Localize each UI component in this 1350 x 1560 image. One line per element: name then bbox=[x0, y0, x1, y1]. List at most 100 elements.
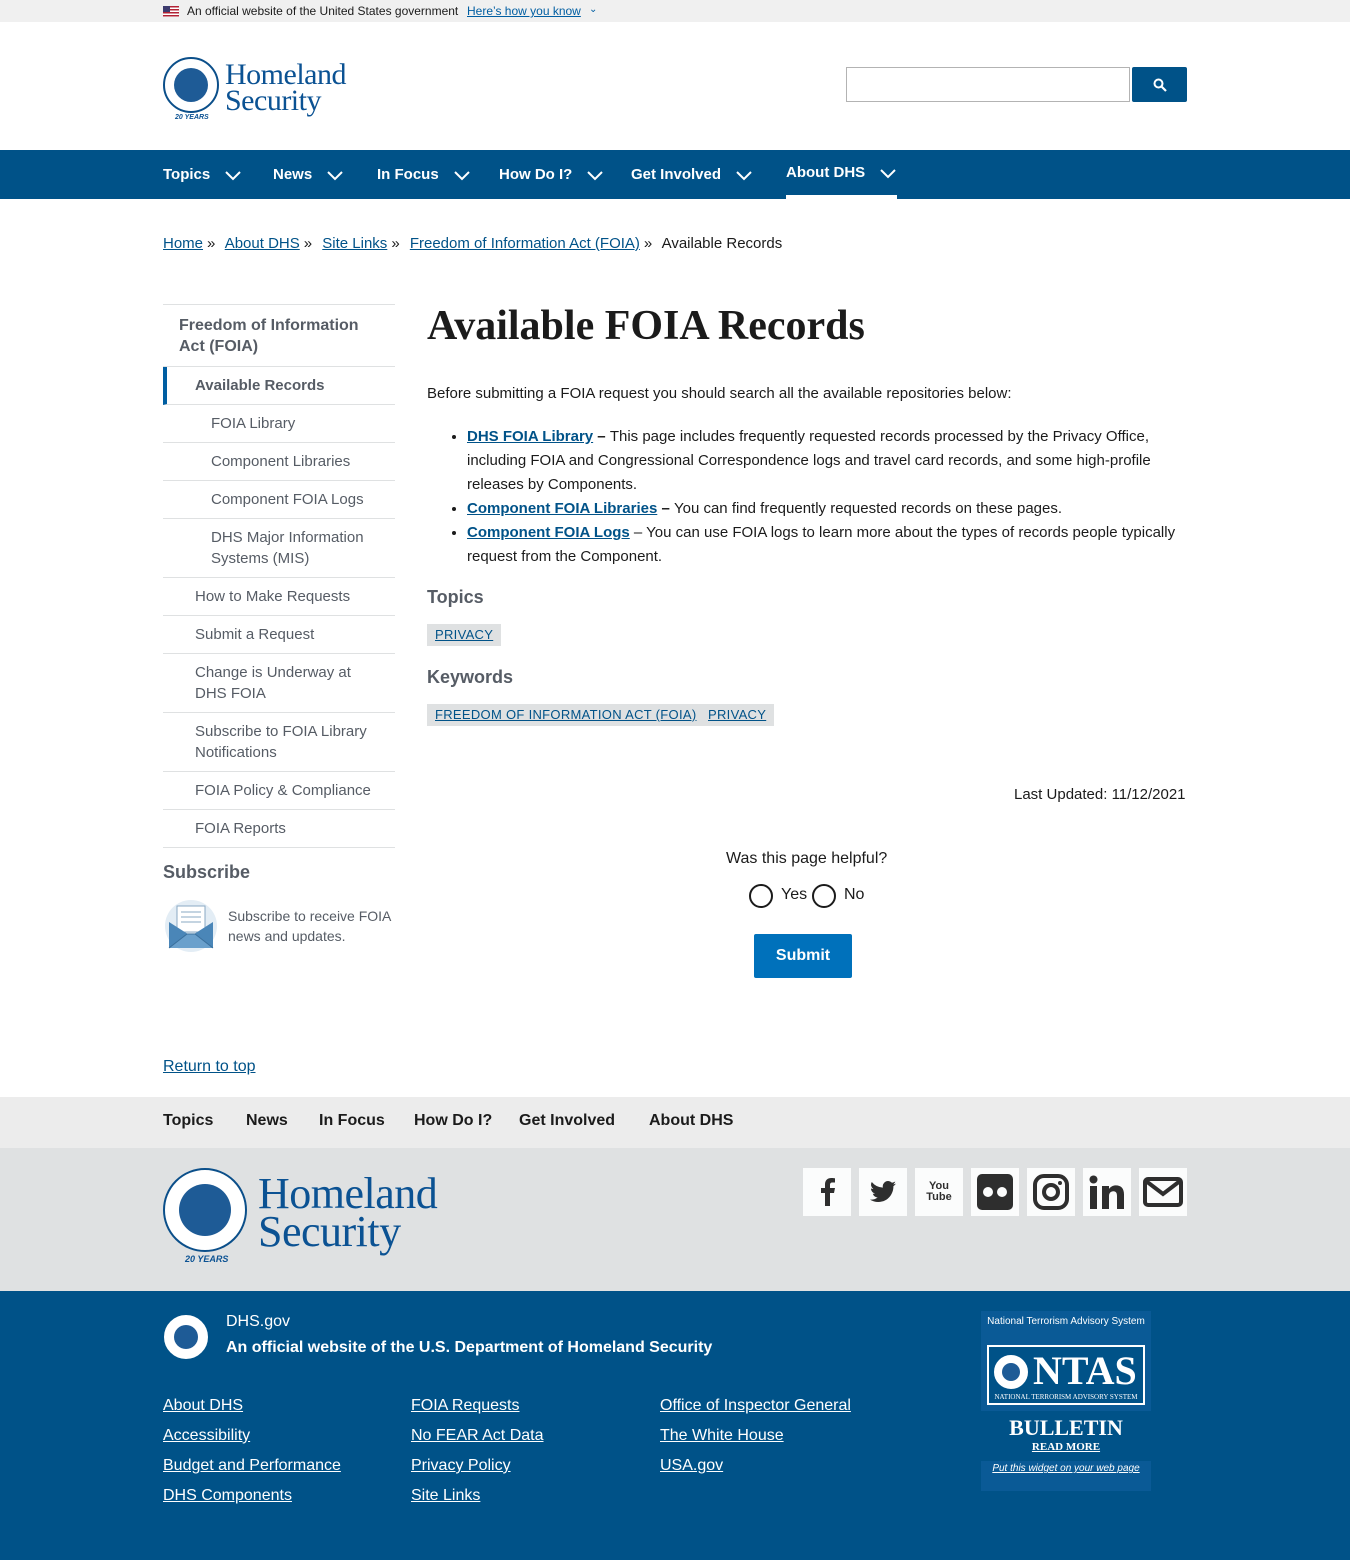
chevron-down-icon bbox=[880, 168, 896, 178]
list-item: DHS FOIA Library – This page includes fr… bbox=[467, 425, 1187, 497]
repository-list: DHS FOIA Library – This page includes fr… bbox=[467, 425, 1187, 569]
footer-nav-in-focus[interactable]: In Focus bbox=[319, 1112, 385, 1130]
sidenav-item-how-to-make-requests[interactable]: How to Make Requests bbox=[163, 578, 395, 616]
dhs-seal-icon bbox=[163, 1168, 247, 1252]
footer-nav-about-dhs[interactable]: About DHS bbox=[649, 1112, 733, 1130]
ntas-widget-link[interactable]: Put this widget on your web page bbox=[981, 1463, 1151, 1474]
envelope-icon[interactable] bbox=[163, 898, 219, 952]
footer-link-accessibility[interactable]: Accessibility bbox=[163, 1427, 250, 1445]
nav-label: About DHS bbox=[786, 164, 866, 181]
ntas-logo-sub: NATIONAL TERRORISM ADVISORY SYSTEM bbox=[994, 1393, 1138, 1401]
footer-nav: Topics News In Focus How Do I? Get Invol… bbox=[0, 1097, 1350, 1148]
nav-about-dhs[interactable]: About DHS bbox=[786, 150, 898, 199]
footer-link-white-house[interactable]: The White House bbox=[660, 1427, 784, 1445]
nav-in-focus[interactable]: In Focus bbox=[377, 150, 471, 199]
footer-nav-how-do-i[interactable]: How Do I? bbox=[414, 1112, 492, 1130]
sidenav-item-foia-reports[interactable]: FOIA Reports bbox=[163, 810, 395, 848]
sidenav-item-available-records[interactable]: Available Records bbox=[163, 367, 395, 405]
footer-link-no-fear[interactable]: No FEAR Act Data bbox=[411, 1427, 544, 1445]
linkedin-icon[interactable] bbox=[1083, 1168, 1131, 1216]
footer-link-foia-requests[interactable]: FOIA Requests bbox=[411, 1397, 520, 1415]
radio-yes-label[interactable]: Yes bbox=[781, 886, 807, 904]
seal-years: 20 YEARS bbox=[185, 1254, 229, 1264]
subscribe-text[interactable]: Subscribe to receive FOIA news and updat… bbox=[228, 906, 398, 946]
search-input[interactable] bbox=[846, 67, 1130, 102]
component-foia-libraries-link[interactable]: Component FOIA Libraries bbox=[467, 500, 657, 517]
chevron-down-icon bbox=[453, 170, 470, 180]
list-item: Component FOIA Libraries – You can find … bbox=[467, 497, 1187, 521]
chevron-down-icon[interactable]: ⌄ bbox=[589, 4, 597, 15]
footer-nav-news[interactable]: News bbox=[246, 1112, 288, 1130]
ntas-logo-text: NTAS bbox=[1033, 1348, 1137, 1393]
email-icon[interactable] bbox=[1139, 1168, 1187, 1216]
twitter-icon[interactable] bbox=[859, 1168, 907, 1216]
search-icon bbox=[1153, 78, 1167, 92]
breadcrumb-site-links[interactable]: Site Links bbox=[322, 235, 387, 252]
breadcrumb-current: Available Records bbox=[661, 235, 783, 252]
radio-no-label[interactable]: No bbox=[844, 886, 864, 904]
return-to-top-link[interactable]: Return to top bbox=[163, 1058, 256, 1076]
radio-no[interactable] bbox=[812, 884, 836, 908]
item-sep: – bbox=[629, 524, 647, 541]
chevron-down-icon bbox=[225, 170, 241, 180]
nav-label: In Focus bbox=[377, 166, 439, 183]
dhs-seal-icon bbox=[164, 1315, 208, 1359]
instagram-icon[interactable] bbox=[1027, 1168, 1075, 1216]
nav-label: Get Involved bbox=[631, 166, 722, 183]
sidenav-item-component-libraries[interactable]: Component Libraries bbox=[163, 443, 395, 481]
radio-yes[interactable] bbox=[749, 884, 773, 908]
footer-dhs-logo[interactable]: Homeland Security 20 YEARS bbox=[163, 1168, 463, 1268]
footer-nav-get-involved[interactable]: Get Involved bbox=[519, 1112, 615, 1130]
facebook-icon[interactable] bbox=[803, 1168, 851, 1216]
sidenav-item-foia[interactable]: Freedom of Information Act (FOIA) bbox=[163, 305, 395, 367]
sidenav-item-foia-library[interactable]: FOIA Library bbox=[163, 405, 395, 443]
footer-link-budget[interactable]: Budget and Performance bbox=[163, 1457, 341, 1475]
sidenav-item-foia-policy[interactable]: FOIA Policy & Compliance bbox=[163, 772, 395, 810]
nav-topics[interactable]: Topics bbox=[163, 150, 242, 199]
ntas-title: National Terrorism Advisory System bbox=[987, 1316, 1145, 1327]
youtube-icon[interactable]: You Tube bbox=[915, 1168, 963, 1216]
footer-nav-topics[interactable]: Topics bbox=[163, 1112, 213, 1130]
footer-link-privacy-policy[interactable]: Privacy Policy bbox=[411, 1457, 511, 1475]
nav-news[interactable]: News bbox=[273, 150, 344, 199]
footer-link-components[interactable]: DHS Components bbox=[163, 1487, 292, 1505]
us-flag-icon bbox=[163, 6, 179, 17]
footer-link-oig[interactable]: Office of Inspector General bbox=[660, 1397, 851, 1415]
item-sep: – bbox=[657, 500, 674, 517]
component-foia-logs-link[interactable]: Component FOIA Logs bbox=[467, 524, 630, 541]
footer-link-about-dhs[interactable]: About DHS bbox=[163, 1397, 243, 1415]
sidenav-item-dhs-mis[interactable]: DHS Major Information Systems (MIS) bbox=[163, 519, 395, 578]
breadcrumb-about-dhs[interactable]: About DHS bbox=[225, 235, 300, 252]
nav-label: News bbox=[273, 166, 313, 183]
sidenav-item-component-foia-logs[interactable]: Component FOIA Logs bbox=[163, 481, 395, 519]
sidenav-item-submit-request[interactable]: Submit a Request bbox=[163, 616, 395, 654]
main-nav: Topics News In Focus How Do I? Get Invol… bbox=[0, 150, 1350, 199]
chevron-down-icon bbox=[327, 170, 343, 180]
dhs-logo[interactable]: Homeland Security 20 YEARS bbox=[163, 57, 358, 123]
breadcrumb-home[interactable]: Home bbox=[163, 235, 203, 252]
ntas-widget[interactable]: National Terrorism Advisory System NTAS … bbox=[981, 1311, 1151, 1491]
dhs-seal-icon bbox=[163, 57, 219, 113]
breadcrumb-sep: » bbox=[391, 235, 400, 252]
sidenav-item-change-underway[interactable]: Change is Underway at DHS FOIA bbox=[163, 654, 395, 713]
flickr-icon[interactable] bbox=[971, 1168, 1019, 1216]
nav-get-involved[interactable]: Get Involved bbox=[631, 150, 753, 199]
sidenav-item-subscribe-notifications[interactable]: Subscribe to FOIA Library Notifications bbox=[163, 713, 395, 772]
search-button[interactable] bbox=[1132, 67, 1187, 102]
chevron-down-icon bbox=[587, 170, 604, 180]
dhs-foia-library-link[interactable]: DHS FOIA Library bbox=[467, 428, 593, 445]
nav-how-do-i[interactable]: How Do I? bbox=[499, 150, 604, 199]
ntas-read-more[interactable]: READ MORE bbox=[981, 1441, 1151, 1453]
topic-tag-privacy[interactable]: PRIVACY bbox=[427, 624, 502, 646]
subscribe-heading: Subscribe bbox=[163, 862, 251, 882]
heres-how-you-know-link[interactable]: Here’s how you know bbox=[467, 4, 581, 18]
helpful-question: Was this page helpful? bbox=[726, 850, 888, 867]
submit-button[interactable]: Submit bbox=[754, 934, 852, 978]
keyword-tag-privacy[interactable]: PRIVACY bbox=[700, 704, 775, 726]
keywords-heading: Keywords bbox=[427, 667, 514, 687]
footer-link-usagov[interactable]: USA.gov bbox=[660, 1457, 723, 1475]
dhs-link[interactable]: U.S. Department of Homeland Security bbox=[419, 1339, 712, 1356]
breadcrumb-foia[interactable]: Freedom of Information Act (FOIA) bbox=[410, 235, 640, 252]
footer-link-site-links[interactable]: Site Links bbox=[411, 1487, 480, 1505]
keyword-tag-foia[interactable]: FREEDOM OF INFORMATION ACT (FOIA) bbox=[427, 704, 705, 726]
